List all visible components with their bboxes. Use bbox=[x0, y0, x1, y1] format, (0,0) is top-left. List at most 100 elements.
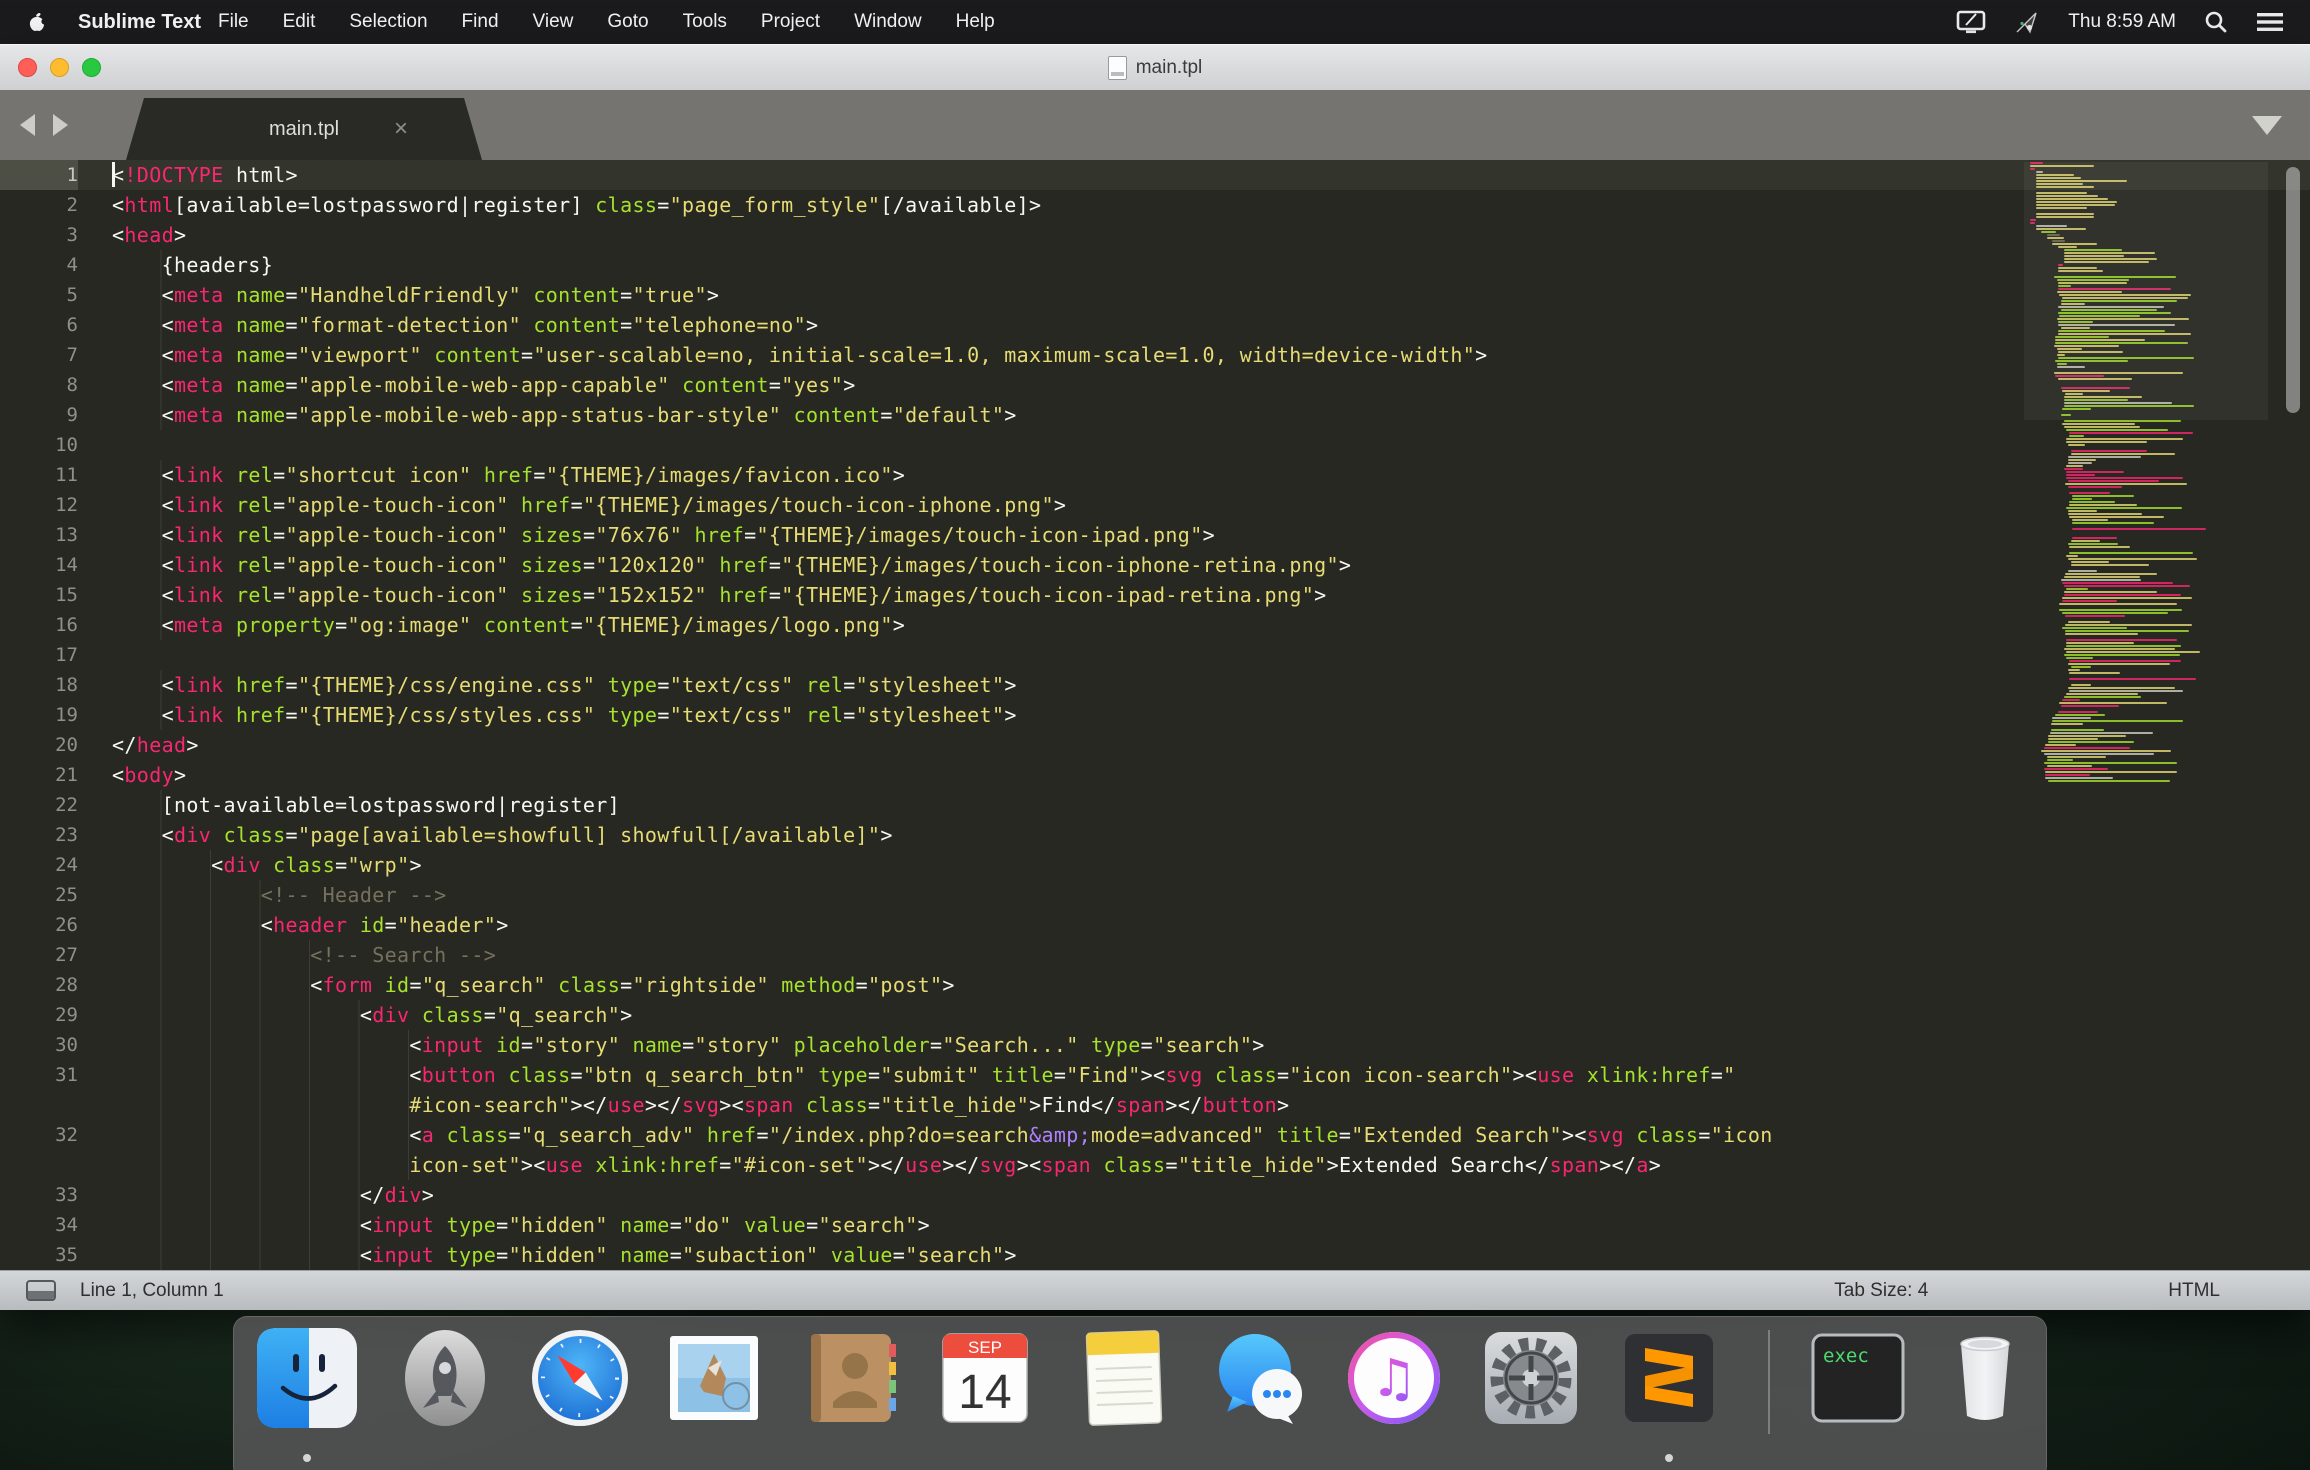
dock-item-contacts[interactable] bbox=[801, 1328, 901, 1428]
dock-item-finder[interactable] bbox=[257, 1328, 357, 1428]
tab-close-icon[interactable]: × bbox=[394, 117, 408, 141]
title-bar[interactable]: main.tpl bbox=[0, 44, 2310, 90]
menu-item-edit[interactable]: Edit bbox=[266, 11, 333, 33]
code-line[interactable]: 32 <a class="q_search_adv" href="/index.… bbox=[0, 1120, 2310, 1150]
dock-item-notes[interactable] bbox=[1074, 1328, 1174, 1428]
app-menu[interactable]: Sublime Text bbox=[78, 11, 201, 34]
dock-item-messages[interactable] bbox=[1211, 1328, 1311, 1428]
menu-item-window[interactable]: Window bbox=[837, 11, 939, 33]
code-line[interactable]: 15 <link rel="apple-touch-icon" sizes="1… bbox=[0, 580, 2310, 610]
apple-icon bbox=[29, 13, 48, 31]
code-line[interactable]: 27 <!-- Search --> bbox=[0, 940, 2310, 970]
code-line[interactable]: 21 <body> bbox=[0, 760, 2310, 790]
status-bar: Line 1, Column 1 Tab Size: 4 HTML bbox=[0, 1270, 2310, 1310]
code-rows[interactable]: 1 <!DOCTYPE html> 2 <html[available=lostpas… bbox=[0, 160, 2310, 1270]
code-line[interactable]: 25 <!-- Header --> bbox=[0, 880, 2310, 910]
code-line[interactable]: 19 <link href="{THEME}/css/styles.css" t… bbox=[0, 700, 2310, 730]
apple-menu[interactable] bbox=[26, 9, 48, 35]
code-line[interactable]: 33 </div> bbox=[0, 1180, 2310, 1210]
code-line[interactable]: 3 <head> bbox=[0, 220, 2310, 250]
code-line[interactable]: 28 <form id="q_search" class="rightside"… bbox=[0, 970, 2310, 1000]
dock-item-launchpad[interactable] bbox=[395, 1328, 495, 1428]
minimap-viewport bbox=[2024, 162, 2268, 420]
tab-main-tpl[interactable]: main.tpl × bbox=[126, 98, 482, 160]
code-line[interactable]: 10 bbox=[0, 430, 2310, 460]
dock-item-terminal[interactable]: exec bbox=[1808, 1328, 1908, 1428]
menu-item-goto[interactable]: Goto bbox=[590, 11, 665, 33]
dock-item-sublime-text[interactable] bbox=[1619, 1328, 1719, 1428]
svg-text:exec: exec bbox=[1823, 1345, 1869, 1367]
code-line[interactable]: 1 <!DOCTYPE html> bbox=[0, 160, 2310, 190]
running-indicator-dot bbox=[303, 1454, 311, 1462]
airplay-display-icon[interactable] bbox=[1956, 10, 1986, 34]
pointer-app-icon[interactable] bbox=[2014, 9, 2040, 35]
code-line[interactable]: icon-set"><use xlink:href="#icon-set"></… bbox=[0, 1150, 2310, 1180]
menu-item-selection[interactable]: Selection bbox=[332, 11, 444, 33]
dock-item-itunes[interactable]: ♫ bbox=[1344, 1328, 1444, 1428]
code-line[interactable]: 34 <input type="hidden" name="do" value=… bbox=[0, 1210, 2310, 1240]
code-line[interactable]: 17 bbox=[0, 640, 2310, 670]
code-line[interactable]: 7 <meta name="viewport" content="user-sc… bbox=[0, 340, 2310, 370]
menu-item-project[interactable]: Project bbox=[744, 11, 837, 33]
dock-item-system-preferences[interactable] bbox=[1481, 1328, 1581, 1428]
spotlight-search-icon[interactable] bbox=[2204, 10, 2228, 34]
menu-bar-clock[interactable]: Thu 8:59 AM bbox=[2068, 11, 2176, 33]
text-caret bbox=[112, 162, 115, 187]
code-line[interactable]: 4 {headers} bbox=[0, 250, 2310, 280]
menu-item-find[interactable]: Find bbox=[445, 11, 516, 33]
code-line[interactable]: 6 <meta name="format-detection" content=… bbox=[0, 310, 2310, 340]
dock-item-mail[interactable] bbox=[664, 1328, 764, 1428]
code-line[interactable]: 5 <meta name="HandheldFriendly" content=… bbox=[0, 280, 2310, 310]
code-line[interactable]: 29 <div class="q_search"> bbox=[0, 1000, 2310, 1030]
panel-toggle-icon[interactable] bbox=[26, 1280, 56, 1301]
sublime-window: main.tpl main.tpl × 1 <!DOCTYPE html> 2 <ht… bbox=[0, 44, 2310, 1310]
code-line[interactable]: 26 <header id="header"> bbox=[0, 910, 2310, 940]
code-line[interactable]: 2 <html[available=lostpassword|register] … bbox=[0, 190, 2310, 220]
code-line[interactable]: 31 <button class="btn q_search_btn" type… bbox=[0, 1060, 2310, 1090]
zoom-button[interactable] bbox=[82, 58, 101, 77]
code-line[interactable]: 13 <link rel="apple-touch-icon" sizes="7… bbox=[0, 520, 2310, 550]
code-line[interactable]: 24 <div class="wrp"> bbox=[0, 850, 2310, 880]
code-line[interactable]: 22 [not-available=lostpassword|register] bbox=[0, 790, 2310, 820]
svg-text:SEP: SEP bbox=[968, 1338, 1002, 1357]
tab-label: main.tpl bbox=[268, 117, 340, 140]
dock-item-trash[interactable] bbox=[1935, 1328, 2035, 1428]
dock-item-safari[interactable] bbox=[530, 1328, 630, 1428]
code-line[interactable]: 11 <link rel="shortcut icon" href="{THEM… bbox=[0, 460, 2310, 490]
svg-text:♫: ♫ bbox=[1371, 1349, 1418, 1409]
minimap[interactable] bbox=[2024, 162, 2268, 1270]
cursor-position: Line 1, Column 1 bbox=[80, 1279, 224, 1301]
svg-text:14: 14 bbox=[958, 1366, 1011, 1419]
code-line[interactable]: 12 <link rel="apple-touch-icon" href="{T… bbox=[0, 490, 2310, 520]
code-line[interactable]: 16 <meta property="og:image" content="{T… bbox=[0, 610, 2310, 640]
notification-center-icon[interactable] bbox=[2256, 11, 2284, 33]
syntax-button[interactable]: HTML bbox=[2168, 1280, 2220, 1302]
prev-tab-arrow-icon[interactable] bbox=[20, 114, 35, 136]
tab-overflow-button[interactable] bbox=[2252, 116, 2282, 135]
window-title: main.tpl bbox=[1135, 56, 1203, 78]
code-line[interactable]: 30 <input id="story" name="story" placeh… bbox=[0, 1030, 2310, 1060]
running-indicator-dot bbox=[1665, 1454, 1673, 1462]
code-line[interactable]: 23 <div class="page[available=showfull] … bbox=[0, 820, 2310, 850]
menu-item-file[interactable]: File bbox=[201, 11, 266, 33]
code-line[interactable]: 8 <meta name="apple-mobile-web-app-capab… bbox=[0, 370, 2310, 400]
menu-item-view[interactable]: View bbox=[516, 11, 591, 33]
menu-item-help[interactable]: Help bbox=[939, 11, 1012, 33]
document-icon bbox=[1107, 55, 1127, 80]
tab-size-button[interactable]: Tab Size: 4 bbox=[1834, 1280, 1928, 1302]
dock-item-calendar[interactable]: SEP 14 bbox=[935, 1328, 1035, 1428]
next-tab-arrow-icon[interactable] bbox=[53, 114, 68, 136]
code-line[interactable]: 35 <input type="hidden" name="subaction"… bbox=[0, 1240, 2310, 1270]
close-button[interactable] bbox=[18, 58, 37, 77]
desktop: Sublime Text File Edit Selection Find View Go… bbox=[0, 0, 2310, 1470]
code-line[interactable]: 9 <meta name="apple-mobile-web-app-statu… bbox=[0, 400, 2310, 430]
minimize-button[interactable] bbox=[50, 58, 69, 77]
code-line[interactable]: 20 </head> bbox=[0, 730, 2310, 760]
menu-bar: Sublime Text File Edit Selection Find View Go… bbox=[0, 0, 2310, 44]
editor[interactable]: 1 <!DOCTYPE html> 2 <html[available=lostpas… bbox=[0, 160, 2310, 1270]
code-line[interactable]: 14 <link rel="apple-touch-icon" sizes="1… bbox=[0, 550, 2310, 580]
scrollbar-thumb[interactable] bbox=[2286, 167, 2300, 413]
code-line[interactable]: 18 <link href="{THEME}/css/engine.css" t… bbox=[0, 670, 2310, 700]
menu-item-tools[interactable]: Tools bbox=[666, 11, 744, 33]
code-line[interactable]: #icon-search"></use></svg><span class="t… bbox=[0, 1090, 2310, 1120]
